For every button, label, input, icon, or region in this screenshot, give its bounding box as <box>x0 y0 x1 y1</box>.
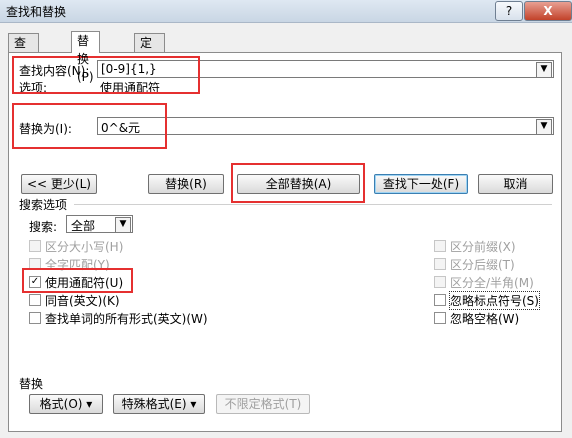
search-scope-label: 搜索: <box>29 220 58 234</box>
match-width-label: 区分全/半角(M) <box>450 276 534 290</box>
window-title: 查找和替换 <box>6 5 67 19</box>
find-next-button[interactable]: 查找下一处(F) <box>374 174 468 194</box>
less-button[interactable]: << 更少(L) <box>21 174 97 194</box>
highlight-box-find <box>12 56 200 94</box>
search-options-title: 搜索选项 <box>19 198 68 212</box>
ignore-spaces-label: 忽略空格(W) <box>450 312 520 326</box>
tab-find[interactable]: 查找(D) <box>8 33 39 86</box>
chevron-down-icon[interactable]: ▼ <box>536 119 552 135</box>
find-replace-dialog: 查找和替换 ? X 查找(D) 替换(P) 定位(G) 查找内容(N): [0-… <box>0 0 572 438</box>
cancel-button[interactable]: 取消 <box>478 174 553 194</box>
ignore-spaces-checkbox[interactable] <box>434 312 446 324</box>
search-scope-select[interactable]: 全部 ▼ <box>66 215 133 233</box>
match-suffix-checkbox[interactable] <box>434 258 446 270</box>
tab-replace[interactable]: 替换(P) <box>71 31 100 84</box>
match-suffix-label: 区分后缀(T) <box>450 258 515 272</box>
highlight-box-wildcards <box>22 268 133 293</box>
tab-goto[interactable]: 定位(G) <box>134 33 165 86</box>
replace-section-title: 替换 <box>19 377 44 391</box>
match-case-label: 区分大小写(H) <box>45 240 124 254</box>
sounds-like-checkbox[interactable] <box>29 294 41 306</box>
chevron-down-icon[interactable]: ▼ <box>115 217 131 233</box>
match-case-checkbox[interactable] <box>29 240 41 252</box>
replace-button[interactable]: 替换(R) <box>148 174 224 194</box>
special-format-button[interactable]: 特殊格式(E) ▾ <box>113 394 205 414</box>
title-bar: 查找和替换 ? X <box>0 0 572 23</box>
all-word-forms-checkbox[interactable] <box>29 312 41 324</box>
format-button[interactable]: 格式(O) ▾ <box>29 394 103 414</box>
sounds-like-label: 同音(英文)(K) <box>45 294 120 308</box>
search-options-divider <box>74 204 552 205</box>
all-word-forms-label: 查找单词的所有形式(英文)(W) <box>45 312 208 326</box>
ignore-punctuation-label: 忽略标点符号(S) <box>449 291 540 310</box>
highlight-box-replace-all <box>231 163 365 203</box>
close-button[interactable]: X <box>524 1 572 21</box>
search-scope-value: 全部 <box>71 219 96 233</box>
help-button[interactable]: ? <box>495 1 523 21</box>
match-prefix-checkbox[interactable] <box>434 240 446 252</box>
chevron-down-icon[interactable]: ▼ <box>536 62 552 78</box>
match-prefix-label: 区分前缀(X) <box>450 240 516 254</box>
highlight-box-replace <box>12 103 167 149</box>
no-formatting-button[interactable]: 不限定格式(T) <box>216 394 310 414</box>
ignore-punctuation-checkbox[interactable] <box>434 294 446 306</box>
match-width-checkbox[interactable] <box>434 276 446 288</box>
